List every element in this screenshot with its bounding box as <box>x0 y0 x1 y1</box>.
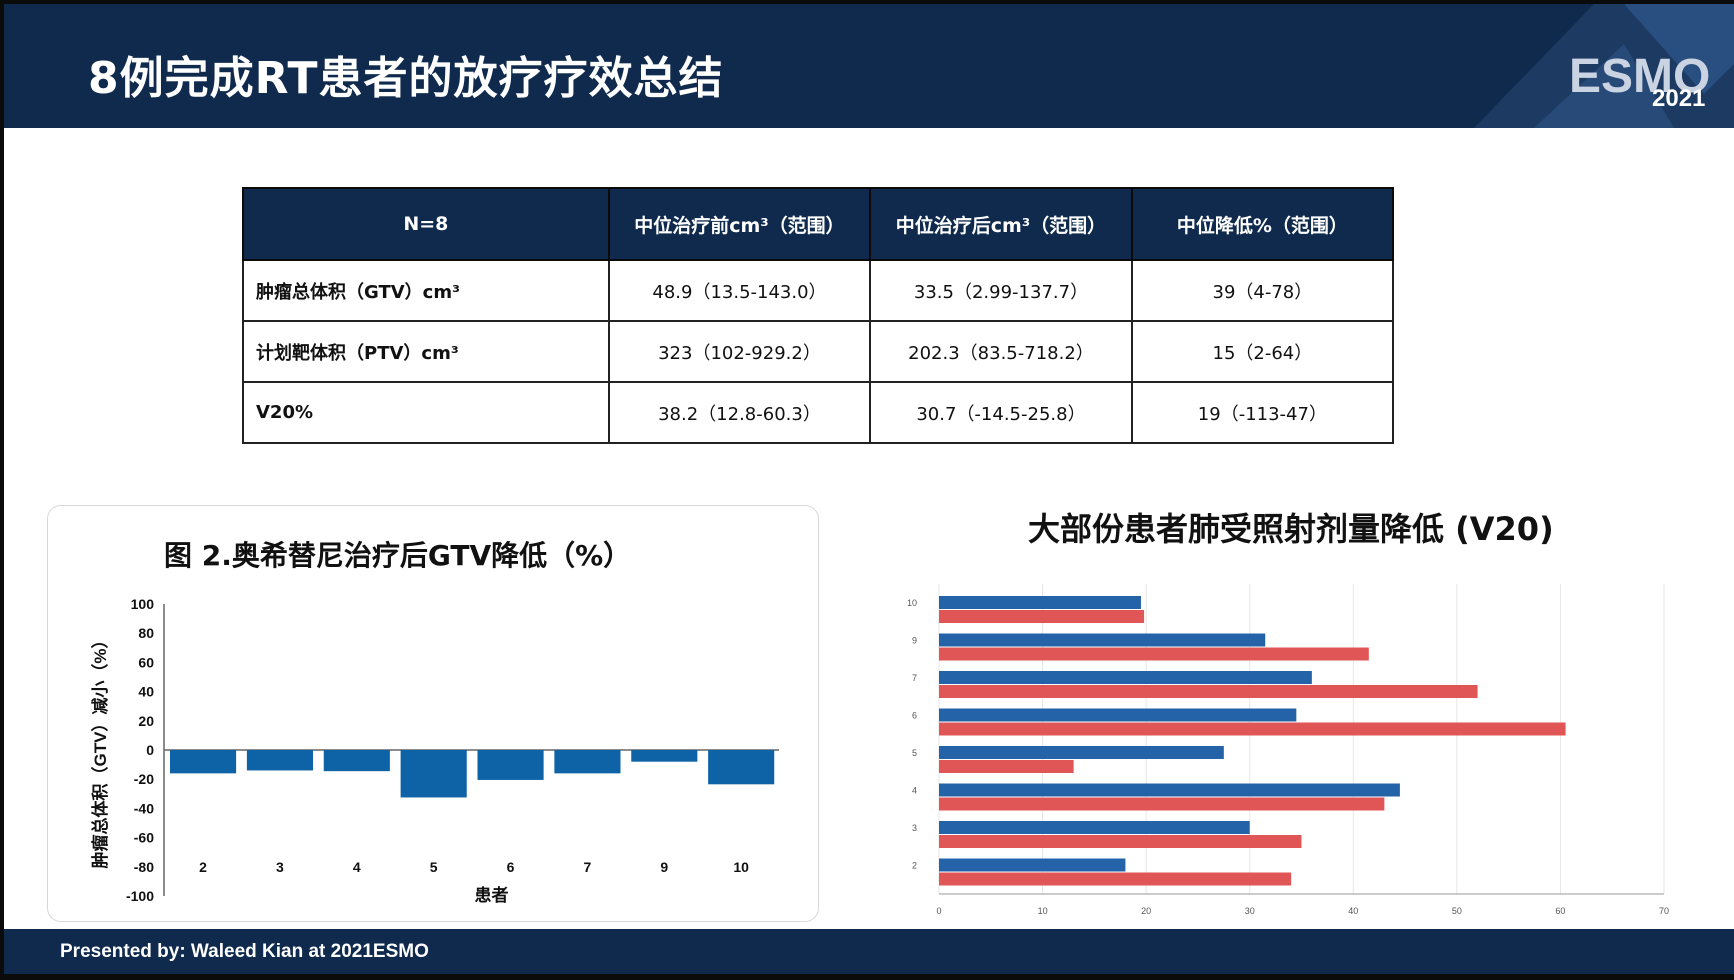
gtv-reduction-chart: 100 80 60 40 20 0 -20 -40 -60 -80 -100 2 3 4 5 6 7 9 10 患者 肿… <box>90 596 779 905</box>
bar <box>939 835 1302 848</box>
bar <box>939 797 1385 811</box>
y-tick-label: 80 <box>138 625 154 641</box>
bar <box>554 750 621 774</box>
bar <box>939 610 1145 623</box>
cell-after: 202.3（83.5-718.2） <box>869 320 1133 383</box>
y-tick-label: -80 <box>134 859 154 875</box>
column-header: 中位治疗前cm³（范围） <box>607 187 872 261</box>
x-tick-label: 20 <box>1141 906 1151 916</box>
x-tick-label: 2 <box>199 859 207 875</box>
y-tick-label: -100 <box>126 888 154 904</box>
x-tick-label: 3 <box>276 859 284 875</box>
x-tick-label: 50 <box>1452 906 1462 916</box>
column-header: N=8 <box>242 187 610 261</box>
column-header: 中位治疗后cm³（范围） <box>869 187 1133 261</box>
bar <box>939 708 1297 722</box>
column-header: 中位降低%（范围） <box>1130 187 1395 261</box>
row-label: 肿瘤总体积（GTV）cm³ <box>242 259 610 322</box>
bar <box>939 633 1266 647</box>
bar <box>939 685 1478 698</box>
footer-bar: Presented by: Waleed Kian at 2021ESMO <box>4 929 1734 974</box>
x-tick-label: 9 <box>660 859 668 875</box>
bar <box>708 750 775 785</box>
bar <box>939 858 1126 872</box>
x-tick-label: 5 <box>430 859 438 875</box>
y-tick-label: 7 <box>912 673 917 683</box>
bar <box>939 722 1566 736</box>
bar <box>323 750 390 772</box>
bar <box>400 750 467 798</box>
x-tick-label: 70 <box>1659 906 1669 916</box>
y-tick-label: 5 <box>912 748 917 758</box>
y-tick-label: -60 <box>134 830 154 846</box>
table-row: V20% 38.2（12.8-60.3） 30.7（-14.5-25.8） 19… <box>242 381 1395 444</box>
table-row: 计划靶体积（PTV）cm³ 323（102-929.2） 202.3（83.5-… <box>242 320 1395 383</box>
v20-chart: 0 10 20 30 40 50 60 70 10 9 7 6 5 4 3 2 <box>907 584 1669 916</box>
table-row: 肿瘤总体积（GTV）cm³ 48.9（13.5-143.0） 33.5（2.99… <box>242 259 1395 322</box>
x-tick-label: 60 <box>1555 906 1565 916</box>
y-tick-label: 0 <box>146 742 154 758</box>
presenter-credit: Presented by: Waleed Kian at 2021ESMO <box>60 941 429 962</box>
bar <box>939 671 1312 684</box>
x-tick-label: 10 <box>1038 906 1048 916</box>
slide: 8例完成RT患者的放疗疗效总结 ESMO 2021 N=8 中位治疗前cm³（范… <box>4 4 1734 974</box>
table-header-row: N=8 中位治疗前cm³（范围） 中位治疗后cm³（范围） 中位降低%（范围） <box>242 187 1395 261</box>
y-tick-label: -20 <box>134 771 154 787</box>
y-tick-label: 10 <box>907 598 917 608</box>
summary-table: N=8 中位治疗前cm³（范围） 中位治疗后cm³（范围） 中位降低%（范围） … <box>242 187 1395 444</box>
header-bar: 8例完成RT患者的放疗疗效总结 ESMO 2021 <box>4 4 1734 128</box>
x-tick-label: 7 <box>584 859 592 875</box>
x-tick-label: 40 <box>1348 906 1358 916</box>
bar <box>246 750 313 771</box>
x-tick-label: 6 <box>507 859 515 875</box>
cell-reduction: 39（4-78） <box>1130 259 1395 322</box>
cell-after: 33.5（2.99-137.7） <box>869 259 1133 322</box>
cell-before: 323（102-929.2） <box>607 320 872 383</box>
row-label: V20% <box>242 381 610 444</box>
logo-year: 2021 <box>1652 85 1705 112</box>
bar <box>939 783 1400 797</box>
x-tick-label: 10 <box>733 859 749 875</box>
y-tick-label: 4 <box>912 786 917 796</box>
bar <box>939 596 1141 609</box>
bar <box>477 750 544 780</box>
cell-after: 30.7（-14.5-25.8） <box>869 381 1133 444</box>
y-tick-label: -40 <box>134 800 154 816</box>
y-tick-label: 3 <box>912 823 917 833</box>
row-label: 计划靶体积（PTV）cm³ <box>242 320 610 383</box>
y-axis-label: 肿瘤总体积（GTV）减小（%） <box>90 631 110 868</box>
bar <box>170 750 237 774</box>
v20-chart-title: 大部份患者肺受照射剂量降低 (V20) <box>1028 510 1554 548</box>
bar <box>939 872 1292 886</box>
y-tick-label: 100 <box>131 596 155 612</box>
bar <box>939 647 1369 661</box>
y-tick-label: 2 <box>912 861 917 871</box>
cell-before: 48.9（13.5-143.0） <box>607 259 872 322</box>
y-tick-label: 9 <box>912 636 917 646</box>
x-tick-label: 4 <box>353 859 361 875</box>
bar <box>939 760 1074 773</box>
cell-before: 38.2（12.8-60.3） <box>607 381 872 444</box>
y-tick-label: 40 <box>138 684 154 700</box>
x-axis-label: 患者 <box>475 885 509 905</box>
cell-reduction: 19（-113-47） <box>1130 381 1395 444</box>
gtv-chart-title: 图 2.奥希替尼治疗后GTV降低（%） <box>164 539 632 572</box>
y-tick-label: 6 <box>912 711 917 721</box>
bar <box>631 750 698 762</box>
bar <box>939 746 1224 759</box>
slide-title: 8例完成RT患者的放疗疗效总结 <box>88 53 724 104</box>
x-tick-label: 0 <box>936 906 941 916</box>
bar <box>939 821 1250 834</box>
y-tick-label: 20 <box>138 713 154 729</box>
x-tick-label: 30 <box>1245 906 1255 916</box>
y-tick-label: 60 <box>138 654 154 670</box>
cell-reduction: 15（2-64） <box>1130 320 1395 383</box>
esmo-logo: ESMO 2021 <box>1474 4 1734 128</box>
